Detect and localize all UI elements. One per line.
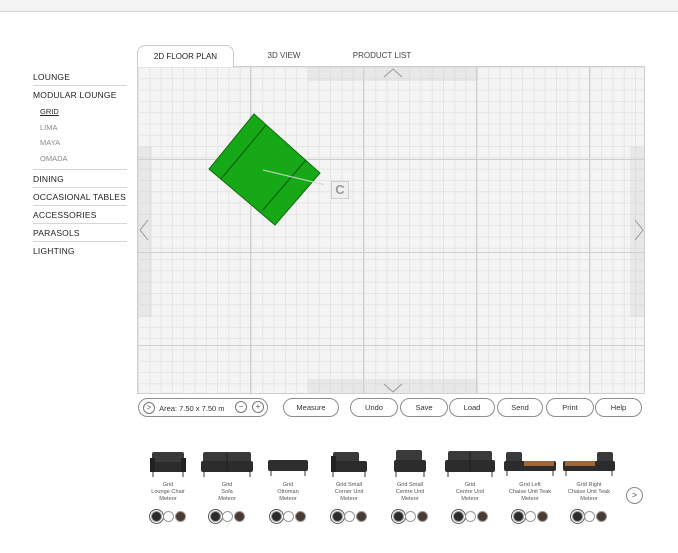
swatch-dark[interactable] xyxy=(209,511,221,523)
centre-unit-small-icon xyxy=(394,450,426,477)
sidebar-item-parasols[interactable]: PARASOLS xyxy=(33,224,127,242)
swatch-white[interactable] xyxy=(404,511,416,523)
product-card[interactable]: Grid Small Corner Unit Meteor xyxy=(321,446,377,531)
chevron-down-icon[interactable] xyxy=(383,383,403,393)
swatch-group xyxy=(502,508,558,523)
product-card[interactable]: Grid Centre Unit Meteor xyxy=(442,446,498,531)
plan-toolbar: > Area: 7.50 x 7.50 m − + Measure Undo S… xyxy=(137,398,645,418)
product-card[interactable]: Grid Ottoman Meteor xyxy=(260,446,316,531)
expand-area-icon[interactable]: > xyxy=(143,402,155,415)
area-label: Area: 7.50 x 7.50 m xyxy=(159,403,225,413)
load-button[interactable]: Load xyxy=(449,398,495,417)
swatch-white[interactable] xyxy=(162,511,174,523)
swatch-dark[interactable] xyxy=(392,511,404,523)
swatch-brown[interactable] xyxy=(174,511,186,523)
carousel-next-button[interactable]: > xyxy=(626,487,643,504)
sidebar-subitem-omada[interactable]: OMADA xyxy=(33,151,127,167)
lounge-chair-icon xyxy=(150,452,186,477)
zoom-out-button[interactable]: − xyxy=(235,401,247,413)
product-card[interactable]: Grid Lounge Chair Meteor xyxy=(140,446,196,531)
product-name: Grid Right Chaise Unit Teak Meteor xyxy=(567,482,611,502)
ottoman-icon xyxy=(268,460,308,476)
product-name: Grid Small Corner Unit Meteor xyxy=(334,482,364,502)
product-card[interactable]: Grid Left Chaise Unit Teak Meteor xyxy=(502,446,558,531)
sidebar-item-occasional-tables[interactable]: OCCASIONAL TABLES xyxy=(33,188,127,206)
swatch-white[interactable] xyxy=(221,511,233,523)
tab-2d-floor-plan[interactable]: 2D FLOOR PLAN xyxy=(137,45,234,67)
undo-button[interactable]: Undo xyxy=(350,398,398,417)
product-name: Grid Left Chaise Unit Teak Meteor xyxy=(508,482,552,502)
chevron-up-icon[interactable] xyxy=(383,68,403,78)
swatch-dark[interactable] xyxy=(571,511,583,523)
swatch-group xyxy=(561,508,617,523)
sofa-icon xyxy=(201,452,253,477)
swatch-brown[interactable] xyxy=(595,511,607,523)
product-name: Grid Centre Unit Meteor xyxy=(455,482,485,502)
print-button[interactable]: Print xyxy=(546,398,594,417)
product-name: Grid Ottoman Meteor xyxy=(277,482,299,502)
chevron-left-icon[interactable] xyxy=(139,219,149,241)
product-card[interactable]: Grid Small Centre Unit Meteor xyxy=(382,446,438,531)
top-band xyxy=(0,0,678,12)
swatch-group xyxy=(260,508,316,523)
swatch-brown[interactable] xyxy=(294,511,306,523)
product-name: Grid Sofa Meteor xyxy=(218,482,236,502)
sidebar-subitem-lima[interactable]: LIMA xyxy=(33,120,127,136)
swatch-white[interactable] xyxy=(583,511,595,523)
area-control: > Area: 7.50 x 7.50 m − + xyxy=(138,398,268,417)
swatch-dark[interactable] xyxy=(150,511,162,523)
swatch-white[interactable] xyxy=(282,511,294,523)
swatch-group xyxy=(140,508,196,523)
swatch-brown[interactable] xyxy=(355,511,367,523)
swatch-dark[interactable] xyxy=(270,511,282,523)
product-name: Grid Small Centre Unit Meteor xyxy=(395,482,425,502)
swatch-white[interactable] xyxy=(464,511,476,523)
product-card[interactable]: Grid Sofa Meteor xyxy=(199,446,255,531)
send-button[interactable]: Send xyxy=(497,398,543,417)
centre-unit-icon xyxy=(445,451,495,477)
sidebar-item-accessories[interactable]: ACCESSORIES xyxy=(33,206,127,224)
swatch-brown[interactable] xyxy=(476,511,488,523)
corner-unit-icon xyxy=(331,452,367,477)
sidebar-item-dining[interactable]: DINING xyxy=(33,170,127,188)
swatch-white[interactable] xyxy=(343,511,355,523)
sidebar-item-lounge[interactable]: LOUNGE xyxy=(33,68,127,86)
swatch-group xyxy=(199,508,255,523)
product-name: Grid Lounge Chair Meteor xyxy=(151,482,185,502)
save-button[interactable]: Save xyxy=(400,398,448,417)
view-tabs: 2D FLOOR PLAN 3D VIEW PRODUCT LIST xyxy=(137,45,645,67)
category-sidebar: LOUNGE MODULAR LOUNGE GRID LIMA MAYA OMA… xyxy=(33,68,127,260)
swatch-dark[interactable] xyxy=(331,511,343,523)
rotate-icon[interactable]: C xyxy=(331,181,349,199)
measure-button[interactable]: Measure xyxy=(283,398,339,417)
chevron-right-icon[interactable] xyxy=(634,219,644,241)
swatch-group xyxy=(442,508,498,523)
chaise-left-icon xyxy=(504,452,556,476)
swatch-dark[interactable] xyxy=(452,511,464,523)
sidebar-subitem-grid[interactable]: GRID xyxy=(33,104,127,120)
tab-3d-view[interactable]: 3D VIEW xyxy=(247,45,321,67)
help-button[interactable]: Help xyxy=(595,398,642,417)
tab-product-list[interactable]: PRODUCT LIST xyxy=(337,45,427,67)
swatch-brown[interactable] xyxy=(536,511,548,523)
product-card[interactable]: Grid Right Chaise Unit Teak Meteor xyxy=(561,446,617,531)
floor-plan-canvas[interactable]: C xyxy=(137,66,645,394)
swatch-group xyxy=(321,508,377,523)
sidebar-item-modular-lounge[interactable]: MODULAR LOUNGE xyxy=(33,86,127,104)
swatch-group xyxy=(382,508,438,523)
swatch-white[interactable] xyxy=(524,511,536,523)
product-carousel: Grid Lounge Chair Meteor Grid Sofa Meteo… xyxy=(140,446,640,531)
swatch-brown[interactable] xyxy=(233,511,245,523)
sidebar-item-lighting[interactable]: LIGHTING xyxy=(33,242,127,260)
placed-sofa-item[interactable] xyxy=(204,111,324,231)
chaise-right-icon xyxy=(563,452,615,476)
sidebar-subitem-maya[interactable]: MAYA xyxy=(33,135,127,151)
swatch-dark[interactable] xyxy=(512,511,524,523)
zoom-in-button[interactable]: + xyxy=(252,401,264,413)
swatch-brown[interactable] xyxy=(416,511,428,523)
